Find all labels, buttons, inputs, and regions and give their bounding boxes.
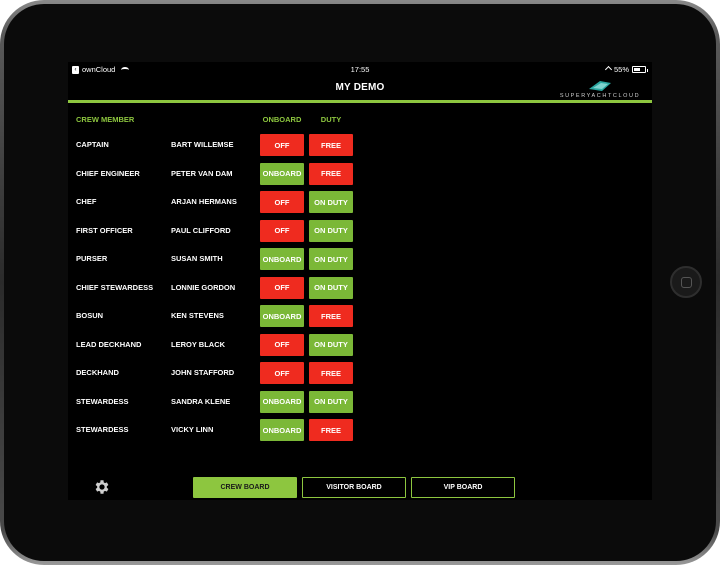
onboard-status-button[interactable]: ONBOARD [260, 305, 304, 327]
status-right: 55% [604, 65, 648, 74]
crew-role: CHIEF STEWARDESS [76, 282, 154, 292]
crew-name: SANDRA KLENE [171, 396, 231, 406]
column-header-crew-member: CREW MEMBER [76, 115, 135, 124]
location-arrow-icon [604, 65, 613, 74]
battery-percent: 55% [613, 65, 629, 74]
crew-name: PAUL CLIFFORD [171, 225, 231, 235]
crew-role: PURSER [76, 254, 108, 263]
duty-status-button[interactable]: FREE [309, 419, 353, 441]
crew-row: CHEF ARJAN HERMANS OFF ON DUTY [68, 191, 652, 213]
onboard-status-button[interactable]: OFF [260, 362, 304, 384]
crew-row: BOSUN KEN STEVENS ONBOARD FREE [68, 305, 652, 327]
crew-name: SUSAN SMITH [171, 254, 223, 263]
crew-name: KEN STEVENS [171, 311, 224, 320]
onboard-status-button[interactable]: ONBOARD [260, 162, 304, 185]
crew-role: CHIEF ENGINEER [76, 168, 140, 178]
crew-role: CAPTAIN [76, 140, 109, 149]
onboard-status-button[interactable]: OFF [260, 219, 304, 242]
onboard-status-button[interactable]: ONBOARD [260, 419, 304, 441]
duty-status-button[interactable]: FREE [309, 305, 353, 327]
crew-role: STEWARDESS [76, 425, 129, 434]
crew-row: PURSER SUSAN SMITH ONBOARD ON DUTY [68, 248, 652, 270]
onboard-status-button[interactable]: OFF [260, 134, 304, 156]
tab-crew-board[interactable]: CREW BOARD [193, 477, 297, 498]
crew-row: DECKHAND JOHN STAFFORD OFF FREE [68, 362, 652, 384]
app-screen: ‹ ownCloud 17:55 55% MY DEMO SUPERYACHTC… [68, 62, 652, 500]
crew-row: STEWARDESS SANDRA KLENE ONBOARD ON DUTY [68, 390, 652, 413]
onboard-status-button[interactable]: OFF [260, 333, 304, 356]
crew-role: FIRST OFFICER [76, 225, 133, 235]
status-time: 17:55 [350, 65, 370, 74]
crew-role: STEWARDESS [76, 396, 129, 406]
crew-row: LEAD DECKHAND LEROY BLACK OFF ON DUTY [68, 333, 652, 356]
crew-role: CHEF [76, 197, 97, 206]
tab-vip-board[interactable]: VIP BOARD [411, 477, 515, 498]
onboard-status-button[interactable]: OFF [260, 191, 304, 213]
logo-text: SUPERYACHTCLOUD [559, 93, 641, 99]
crew-role: BOSUN [76, 311, 104, 320]
crew-name: BART WILLEMSE [171, 140, 234, 149]
crew-name: LONNIE GORDON [171, 282, 236, 292]
battery-icon [632, 66, 648, 73]
home-button-square-icon [680, 276, 692, 288]
crew-row: CHIEF ENGINEER PETER VAN DAM ONBOARD FREE [68, 162, 652, 185]
crew-row: FIRST OFFICER PAUL CLIFFORD OFF ON DUTY [68, 219, 652, 242]
crew-role: LEAD DECKHAND [76, 339, 142, 349]
duty-status-button[interactable]: ON DUTY [309, 276, 353, 299]
crew-name: VICKY LINN [171, 425, 214, 434]
duty-status-button[interactable]: ON DUTY [309, 248, 353, 270]
crew-name: PETER VAN DAM [171, 168, 233, 178]
duty-status-button[interactable]: ON DUTY [309, 333, 353, 356]
battery-fill [634, 68, 640, 71]
onboard-status-button[interactable]: ONBOARD [260, 248, 304, 270]
header-divider [68, 100, 652, 103]
status-bar: ‹ ownCloud 17:55 55% [68, 62, 652, 77]
duty-status-button[interactable]: FREE [309, 362, 353, 384]
yacht-wing-logo-icon [589, 81, 611, 91]
duty-status-button[interactable]: ON DUTY [309, 390, 353, 413]
crew-row: STEWARDESS VICKY LINN ONBOARD FREE [68, 419, 652, 441]
crew-role: DECKHAND [76, 368, 119, 377]
onboard-status-button[interactable]: OFF [260, 276, 304, 299]
crew-name: ARJAN HERMANS [171, 197, 237, 206]
duty-status-button[interactable]: FREE [309, 162, 353, 185]
gear-icon[interactable] [93, 478, 111, 496]
duty-status-button[interactable]: ON DUTY [309, 219, 353, 242]
home-button[interactable] [670, 266, 702, 298]
brand-logo: SUPERYACHTCLOUD [552, 80, 648, 100]
crew-name: LEROY BLACK [171, 339, 226, 349]
onboard-status-button[interactable]: ONBOARD [260, 390, 304, 413]
column-header-duty: DUTY [320, 115, 342, 124]
tab-visitor-board[interactable]: VISITOR BOARD [302, 477, 406, 498]
title-bar: MY DEMO SUPERYACHTCLOUD [68, 77, 652, 100]
crew-name: JOHN STAFFORD [171, 368, 235, 377]
column-header-onboard: ONBOARD [262, 115, 302, 124]
duty-status-button[interactable]: ON DUTY [309, 191, 353, 213]
duty-status-button[interactable]: FREE [309, 134, 353, 156]
crew-row: CAPTAIN BART WILLEMSE OFF FREE [68, 134, 652, 156]
crew-row: CHIEF STEWARDESS LONNIE GORDON OFF ON DUTY [68, 276, 652, 299]
